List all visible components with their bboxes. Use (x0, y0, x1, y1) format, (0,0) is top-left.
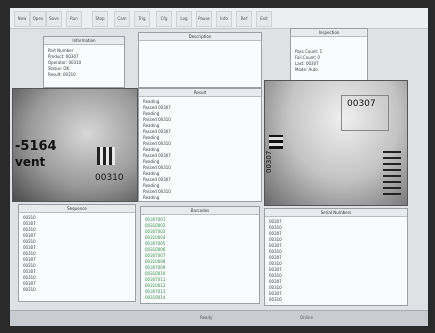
datamatrix-code-left (97, 147, 115, 165)
toolbar-button-ref[interactable]: Ref (236, 11, 252, 27)
datamatrix-code-right (269, 135, 283, 149)
sequence-panel: Sequence 00310 00307 00310 00307 00310 0… (18, 204, 136, 302)
camera-code-left: 00310 (95, 173, 124, 183)
toolbar-button-cfg[interactable]: Cfg (156, 11, 172, 27)
information-panel-title: Information (44, 37, 124, 45)
toolbar-button-log[interactable]: Log (176, 11, 192, 27)
status-right: Online (300, 315, 313, 320)
barcodes-panel-title: Barcodes (141, 207, 259, 215)
log-line: Reading (143, 195, 160, 200)
toolbar-button-pause[interactable]: Pause (196, 11, 212, 27)
toolbar-button-open[interactable]: Open (30, 11, 46, 27)
information-line: Result: 00310 (48, 72, 76, 77)
camera-code-right-top: 00307 (347, 99, 376, 109)
ruler-scale (383, 151, 401, 195)
serial-numbers-panel: Serial Numbers 00307 00310 00307 00310 0… (264, 208, 408, 306)
toolbar-button-run[interactable]: Run (66, 11, 82, 27)
toolbar: New Open Save Run Stop Cam Trig Cfg Log … (10, 8, 428, 29)
sequence-panel-title: Sequence (19, 205, 135, 213)
camera-label-a: -5164 (15, 139, 57, 154)
toolbar-button-save[interactable]: Save (46, 11, 62, 27)
barcodes-panel: Barcodes 00307001 00310002 00307003 0031… (140, 206, 260, 304)
sequence-line: 00310 (23, 287, 36, 292)
inspection-line: Mode: Auto (295, 67, 318, 72)
camera-code-right-side: 00307 (265, 150, 273, 173)
toolbar-button-stop[interactable]: Stop (92, 11, 108, 27)
description-panel-title: Description (139, 33, 261, 41)
camera-view-left: -5164 vent 00310 (12, 88, 138, 202)
toolbar-button-cam[interactable]: Cam (114, 11, 130, 27)
description-panel: Description (138, 32, 262, 88)
toolbar-button-info[interactable]: Info (216, 11, 232, 27)
barcode-line: 00310014 (145, 295, 166, 300)
camera-label-b: vent (15, 155, 46, 169)
status-left: Ready (200, 315, 213, 320)
result-log-title: Result (139, 89, 261, 97)
toolbar-button-trig[interactable]: Trig (134, 11, 150, 27)
camera-view-right: 00307 00307 (264, 80, 408, 206)
application-window: New Open Save Run Stop Cam Trig Cfg Log … (10, 8, 428, 326)
inspection-panel: Inspection Pass Count: 1 Fail Count: 0 L… (290, 28, 368, 84)
inspection-panel-title: Inspection (291, 29, 367, 37)
toolbar-button-new[interactable]: New (14, 11, 30, 27)
status-bar: Ready Online (10, 310, 428, 326)
result-log-panel: Result Reading Passed 00307 Reading Pass… (138, 88, 262, 202)
toolbar-button-exit[interactable]: Exit (256, 11, 272, 27)
serial-line: 00310 (269, 297, 282, 302)
information-panel: Information Part Number Product: 00307 O… (43, 36, 125, 88)
serial-numbers-panel-title: Serial Numbers (265, 209, 407, 217)
